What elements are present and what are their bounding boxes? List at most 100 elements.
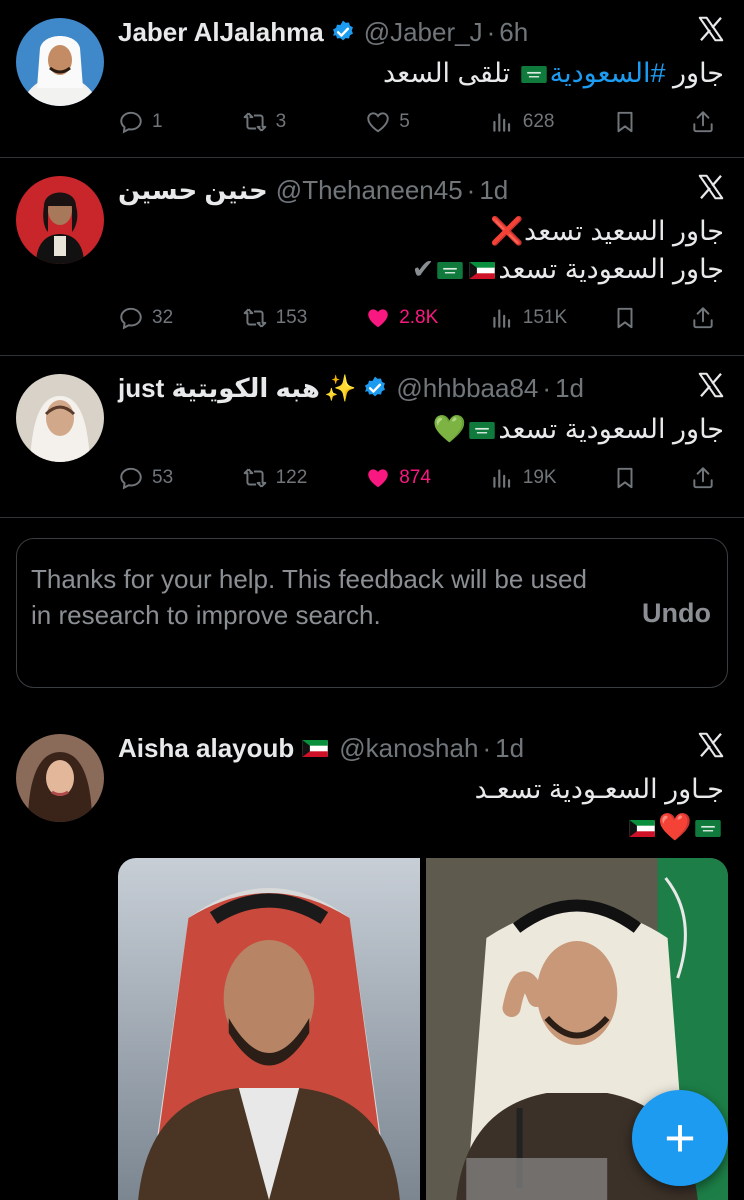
timestamp[interactable]: 1d <box>495 733 524 764</box>
cross-mark-emoji: ❌ <box>490 216 525 246</box>
tweet[interactable]: Jaber AlJalahma @Jaber_J · 6h جاور #السع… <box>0 0 744 158</box>
kuwait-flag-icon <box>629 820 655 837</box>
retweet-icon <box>242 465 268 491</box>
hashtag-link[interactable]: #السعودية <box>550 58 666 88</box>
tweet-text: جـاور السعـودية تسعـد ❤️ <box>118 770 724 846</box>
reply-button[interactable]: 32 <box>118 305 198 331</box>
author-handle[interactable]: @Jaber_J <box>364 17 483 48</box>
bookmark-icon <box>612 465 638 491</box>
like-count: 2.8K <box>399 307 439 328</box>
media-image-left[interactable] <box>118 858 420 1200</box>
x-logo-icon[interactable] <box>696 14 726 44</box>
avatar[interactable] <box>16 18 104 106</box>
share-icon <box>690 109 716 135</box>
reply-count: 1 <box>152 111 163 132</box>
author-handle[interactable]: @kanoshah <box>339 733 478 764</box>
separator-dot: · <box>482 732 492 763</box>
green-heart-emoji: 💚 <box>432 414 467 444</box>
tweet-line: جاور السعيد تسعد❌ <box>118 212 724 250</box>
tweet-line: جاور السعودية تسعد ✔ <box>118 250 724 288</box>
view-count: 151K <box>522 307 568 328</box>
tweet-text: جاور السعيد تسعد❌ جاور السعودية تسعد ✔ <box>118 212 724 288</box>
retweet-icon <box>242 109 268 135</box>
undo-button[interactable]: Undo <box>642 595 711 631</box>
heart-filled-icon <box>365 465 391 491</box>
tweet-text: جاور السعودية تسعد 💚 <box>118 410 724 448</box>
search-feedback-card: Thanks for your help. This feedback will… <box>16 538 728 688</box>
reply-count: 53 <box>152 467 174 488</box>
x-logo-icon[interactable] <box>696 370 726 400</box>
tweet-text: جاور #السعودية تلقى السعد <box>118 54 724 92</box>
author-name[interactable]: just هبه الكويتية <box>118 373 320 404</box>
plus-icon: + <box>664 1108 696 1168</box>
avatar[interactable] <box>16 734 104 822</box>
bookmark-button[interactable] <box>612 109 646 135</box>
tweet[interactable]: just هبه الكويتية ✨ @hhbbaa84 · 1d جاور … <box>0 356 744 518</box>
share-icon <box>690 465 716 491</box>
verified-badge-icon <box>330 19 356 45</box>
heart-icon <box>365 109 391 135</box>
separator-dot: · <box>486 16 496 47</box>
reply-button[interactable]: 53 <box>118 465 198 491</box>
action-bar: 53 122 874 19K <box>118 448 724 508</box>
views-icon <box>489 109 515 135</box>
reply-icon <box>118 305 144 331</box>
tweet[interactable]: حنين حسين @Thehaneen45 · 1d جاور السعيد … <box>0 158 744 356</box>
views-button[interactable]: 628 <box>489 109 569 135</box>
reply-button[interactable]: 1 <box>118 109 198 135</box>
bookmark-button[interactable] <box>612 305 646 331</box>
author-name[interactable]: Jaber AlJalahma <box>118 17 324 48</box>
views-icon <box>489 305 515 331</box>
share-button[interactable] <box>690 305 724 331</box>
bookmark-button[interactable] <box>612 465 646 491</box>
share-icon <box>690 305 716 331</box>
like-button[interactable]: 2.8K <box>365 305 445 331</box>
author-name[interactable]: حنين حسين <box>118 175 268 206</box>
action-bar: 32 153 2.8K 151K <box>118 288 724 348</box>
reply-icon <box>118 109 144 135</box>
author-handle[interactable]: @hhbbaa84 <box>396 373 538 404</box>
retweet-count: 122 <box>275 467 308 488</box>
share-button[interactable] <box>690 109 724 135</box>
view-count: 628 <box>522 111 555 132</box>
retweet-button[interactable]: 153 <box>242 305 322 331</box>
avatar[interactable] <box>16 374 104 462</box>
author-handle[interactable]: @Thehaneen45 <box>276 175 463 206</box>
action-bar: 1 3 5 628 <box>118 92 724 152</box>
red-heart-emoji: ❤️ <box>658 812 692 842</box>
retweet-count: 3 <box>275 111 287 132</box>
tweet-text-part: جاور السعودية تسعد <box>498 414 724 444</box>
author-name[interactable]: Aisha alayoub <box>118 733 294 764</box>
tweet-text-part: تلقى السعد <box>383 58 518 88</box>
retweet-button[interactable]: 3 <box>242 109 322 135</box>
timestamp[interactable]: 6h <box>499 17 528 48</box>
check-mark-emoji: ✔ <box>411 254 435 284</box>
timestamp[interactable]: 1d <box>555 373 584 404</box>
bookmark-icon <box>612 109 638 135</box>
saudi-flag-icon <box>521 66 547 83</box>
tweet-text-part: جاور السعيد تسعد <box>524 216 724 246</box>
tweet-text-part: جاور <box>665 58 724 88</box>
saudi-flag-icon <box>469 422 495 439</box>
like-button[interactable]: 874 <box>365 465 445 491</box>
retweet-icon <box>242 305 268 331</box>
separator-dot: · <box>466 174 476 205</box>
verified-badge-icon <box>362 375 388 401</box>
reply-count: 32 <box>152 307 174 328</box>
bookmark-icon <box>612 305 638 331</box>
views-icon <box>489 465 515 491</box>
like-button[interactable]: 5 <box>365 109 445 135</box>
reply-icon <box>118 465 144 491</box>
tweet-line: جـاور السعـودية تسعـد <box>474 774 724 804</box>
x-logo-icon[interactable] <box>696 730 726 760</box>
timestamp[interactable]: 1d <box>479 175 508 206</box>
avatar[interactable] <box>16 176 104 264</box>
tweet-line: ❤️ <box>118 808 724 846</box>
retweet-button[interactable]: 122 <box>242 465 322 491</box>
heart-filled-icon <box>365 305 391 331</box>
views-button[interactable]: 19K <box>489 465 569 491</box>
views-button[interactable]: 151K <box>489 305 569 331</box>
x-logo-icon[interactable] <box>696 172 726 202</box>
compose-button[interactable]: + <box>632 1090 728 1186</box>
share-button[interactable] <box>690 465 724 491</box>
